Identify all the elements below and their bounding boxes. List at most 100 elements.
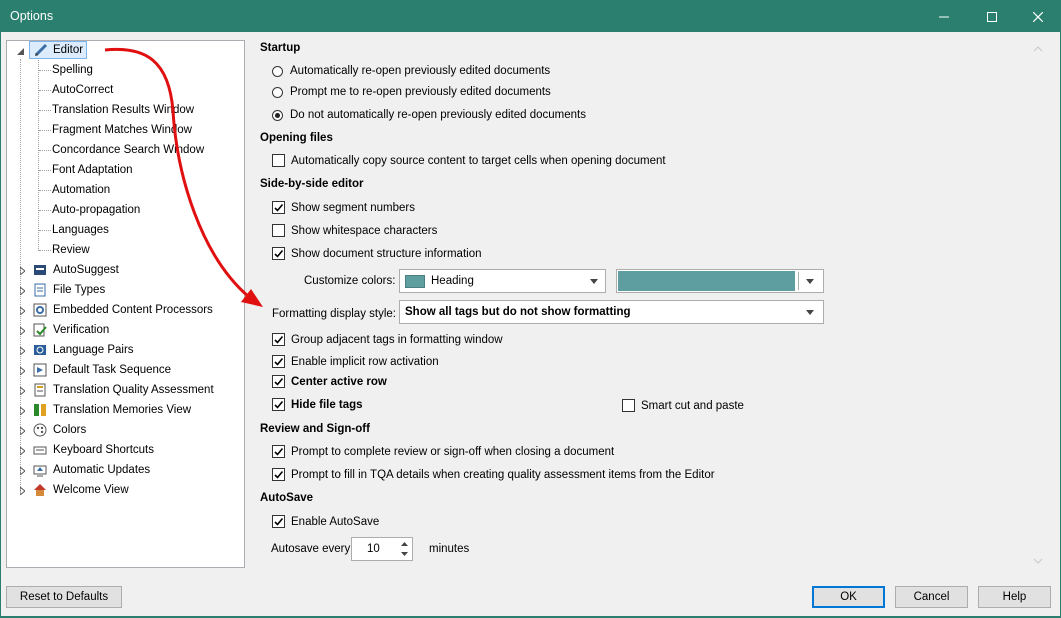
cancel-button[interactable]: Cancel xyxy=(895,586,968,608)
checkbox-checked[interactable] xyxy=(272,355,285,368)
expand-icon[interactable] xyxy=(18,387,26,395)
tree-item-welcome-view[interactable]: Welcome View xyxy=(32,481,129,499)
tree-item-auto-propagation[interactable]: Auto-propagation xyxy=(52,201,140,219)
tree-item-concordance[interactable]: Concordance Search Window xyxy=(52,141,204,159)
color-item-value: Heading xyxy=(431,275,474,287)
reset-to-defaults-button[interactable]: Reset to Defaults xyxy=(6,586,122,608)
checkbox-checked[interactable] xyxy=(272,375,285,388)
checkbox[interactable] xyxy=(622,399,635,412)
startup-option-auto-reopen[interactable]: Automatically re-open previously edited … xyxy=(272,65,550,77)
tree-item-tm-view[interactable]: Translation Memories View xyxy=(32,401,191,419)
tree-item-autocorrect[interactable]: AutoCorrect xyxy=(52,81,113,99)
tree-item-verification[interactable]: Verification xyxy=(32,321,109,339)
checkbox-checked[interactable] xyxy=(272,468,285,481)
show-structure-checkbox[interactable]: Show document structure information xyxy=(272,247,481,260)
tree-item-spelling[interactable]: Spelling xyxy=(52,61,93,79)
show-segment-numbers-checkbox[interactable]: Show segment numbers xyxy=(272,201,415,214)
show-whitespace-checkbox[interactable]: Show whitespace characters xyxy=(272,224,437,237)
checkbox-checked[interactable] xyxy=(272,515,285,528)
checkbox-checked[interactable] xyxy=(272,445,285,458)
checkbox-checked[interactable] xyxy=(272,247,285,260)
tree-item-tqa[interactable]: Translation Quality Assessment xyxy=(32,381,214,399)
tree-item-language-pairs[interactable]: Language Pairs xyxy=(32,341,134,359)
tree-item-translation-results[interactable]: Translation Results Window xyxy=(52,101,194,119)
checkbox-checked[interactable] xyxy=(272,201,285,214)
expand-icon[interactable] xyxy=(18,327,26,335)
checkbox[interactable] xyxy=(272,154,285,167)
implicit-row-checkbox[interactable]: Enable implicit row activation xyxy=(272,355,439,368)
group-tags-checkbox[interactable]: Group adjacent tags in formatting window xyxy=(272,333,503,346)
expand-icon[interactable] xyxy=(18,407,26,415)
color-picker-dropdown[interactable] xyxy=(616,269,824,293)
expand-icon[interactable] xyxy=(18,487,26,495)
copy-source-checkbox[interactable]: Automatically copy source content to tar… xyxy=(272,154,666,167)
tree-item-colors[interactable]: Colors xyxy=(32,421,86,439)
expand-icon[interactable] xyxy=(18,427,26,435)
enable-autosave-checkbox[interactable]: Enable AutoSave xyxy=(272,515,379,528)
startup-option-no-reopen[interactable]: Do not automatically re-open previously … xyxy=(272,109,586,121)
expand-icon[interactable] xyxy=(18,367,26,375)
radio-button[interactable] xyxy=(272,65,283,77)
chevron-up-icon[interactable] xyxy=(398,539,410,549)
scroll-up-icon[interactable] xyxy=(1033,45,1043,53)
tree-item-automation[interactable]: Automation xyxy=(52,181,110,199)
help-button[interactable]: Help xyxy=(978,586,1051,608)
center-row-checkbox[interactable]: Center active row xyxy=(272,375,387,388)
tree-item-languages[interactable]: Languages xyxy=(52,221,109,239)
tree-item-label: Fragment Matches Window xyxy=(52,124,192,136)
language-pairs-icon xyxy=(32,342,48,358)
expand-icon[interactable] xyxy=(18,447,26,455)
autosave-minutes-stepper[interactable]: 10 xyxy=(351,537,413,561)
option-label: Prompt to complete review or sign-off wh… xyxy=(291,445,615,458)
tree-item-keyboard-shortcuts[interactable]: Keyboard Shortcuts xyxy=(32,441,154,459)
tree-item-label: File Types xyxy=(53,284,106,296)
tree-item-label: Editor xyxy=(53,44,84,56)
prompt-complete-checkbox[interactable]: Prompt to complete review or sign-off wh… xyxy=(272,445,614,458)
maximize-icon xyxy=(987,11,997,22)
options-tree[interactable]: Editor Spelling AutoCorrect Translation … xyxy=(6,40,245,568)
checkbox-checked[interactable] xyxy=(272,398,285,411)
tree-item-label: AutoCorrect xyxy=(52,84,114,96)
ok-button[interactable]: OK xyxy=(812,586,885,608)
tree-item-autosuggest[interactable]: AutoSuggest xyxy=(32,261,119,279)
tree-item-font-adaptation[interactable]: Font Adaptation xyxy=(52,161,133,179)
smart-cut-checkbox[interactable]: Smart cut and paste xyxy=(622,399,744,412)
chevron-down-icon[interactable] xyxy=(398,549,410,559)
tree-item-label: Colors xyxy=(53,424,87,436)
close-button[interactable] xyxy=(1015,1,1061,32)
checkbox-checked[interactable] xyxy=(272,333,285,346)
chevron-down-icon xyxy=(799,301,821,323)
option-label: Automatically copy source content to tar… xyxy=(291,154,666,167)
color-swatch xyxy=(405,274,425,288)
tree-item-fragment-matches[interactable]: Fragment Matches Window xyxy=(52,121,192,139)
autosave-minutes-value: 10 xyxy=(367,543,380,555)
tree-item-review[interactable]: Review xyxy=(52,241,90,259)
tree-item-default-task-sequence[interactable]: Default Task Sequence xyxy=(32,361,171,379)
minimize-button[interactable] xyxy=(921,1,967,32)
editor-collapse-icon[interactable] xyxy=(16,47,24,55)
scroll-down-icon[interactable] xyxy=(1033,557,1043,565)
autosave-unit-label: minutes xyxy=(429,543,470,555)
expand-icon[interactable] xyxy=(18,267,26,275)
tree-item-label: Default Task Sequence xyxy=(53,364,172,376)
tree-item-embedded-content[interactable]: Embedded Content Processors xyxy=(32,301,213,319)
tree-item-automatic-updates[interactable]: Automatic Updates xyxy=(32,461,150,479)
expand-icon[interactable] xyxy=(18,347,26,355)
file-types-icon xyxy=(32,282,48,298)
tree-item-file-types[interactable]: File Types xyxy=(32,281,105,299)
startup-option-prompt-reopen[interactable]: Prompt me to re-open previously edited d… xyxy=(272,86,551,98)
prompt-tqa-checkbox[interactable]: Prompt to fill in TQA details when creat… xyxy=(272,468,715,481)
expand-icon[interactable] xyxy=(18,467,26,475)
formatting-style-dropdown[interactable]: Show all tags but do not show formatting xyxy=(399,300,824,324)
radio-button[interactable] xyxy=(272,86,283,98)
hide-file-tags-checkbox[interactable]: Hide file tags xyxy=(272,398,363,411)
checkbox[interactable] xyxy=(272,224,285,237)
color-item-dropdown[interactable]: Heading xyxy=(399,269,606,293)
maximize-button[interactable] xyxy=(969,1,1015,32)
radio-button-selected[interactable] xyxy=(272,109,283,121)
expand-icon[interactable] xyxy=(18,307,26,315)
expand-icon[interactable] xyxy=(18,287,26,295)
tree-item-editor[interactable]: Editor xyxy=(29,41,88,59)
startup-heading: Startup xyxy=(260,42,301,54)
tree-item-label: Automatic Updates xyxy=(53,464,151,476)
